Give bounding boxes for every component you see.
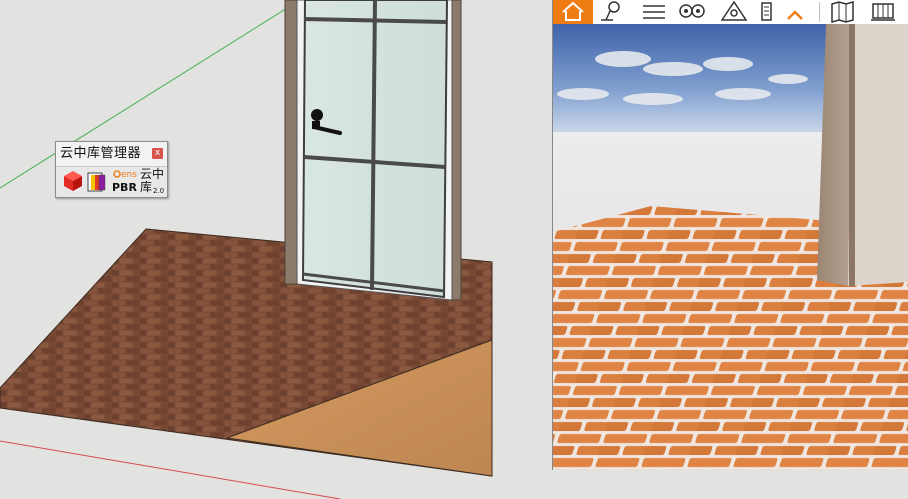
cloud-library-manager-panel[interactable]: 云中库管理器 x ens PBR 云中 库 2.0 — [55, 141, 168, 198]
chevron-up-icon[interactable] — [783, 0, 813, 24]
panel-title-bar[interactable]: 云中库管理器 x — [56, 142, 167, 167]
material-book-icon[interactable] — [86, 169, 108, 195]
pbr-label: PBR — [112, 181, 137, 194]
cloud-library-label-top: 云中 — [140, 167, 165, 181]
panel-title: 云中库管理器 — [60, 146, 142, 161]
cloud-library-icon[interactable]: 云中 库 2.0 — [140, 167, 167, 195]
building-icon[interactable] — [757, 0, 779, 24]
ens-label: ens — [121, 170, 137, 180]
asset-library-icon[interactable] — [869, 0, 899, 24]
cloud-library-label-bottom: 库 — [140, 180, 153, 194]
map-pin-icon[interactable] — [597, 0, 627, 24]
home-icon[interactable] — [553, 0, 593, 24]
close-icon[interactable]: x — [152, 148, 163, 159]
door-model — [284, 0, 462, 301]
rendered-scene[interactable] — [553, 24, 908, 470]
red-axis-line — [0, 440, 341, 499]
version-label: 2.0 — [153, 187, 165, 195]
binoculars-icon[interactable] — [677, 0, 707, 24]
toolbar-divider — [819, 2, 820, 22]
render-preview-window[interactable] — [552, 0, 908, 470]
map-book-icon[interactable] — [829, 0, 859, 24]
enscape-pbr-icon[interactable]: ens PBR — [110, 169, 140, 195]
hamburger-menu-icon[interactable] — [639, 0, 669, 24]
red-cube-icon[interactable] — [62, 169, 84, 195]
render-toolbar — [553, 0, 908, 25]
sun-triangle-icon[interactable] — [719, 0, 749, 24]
